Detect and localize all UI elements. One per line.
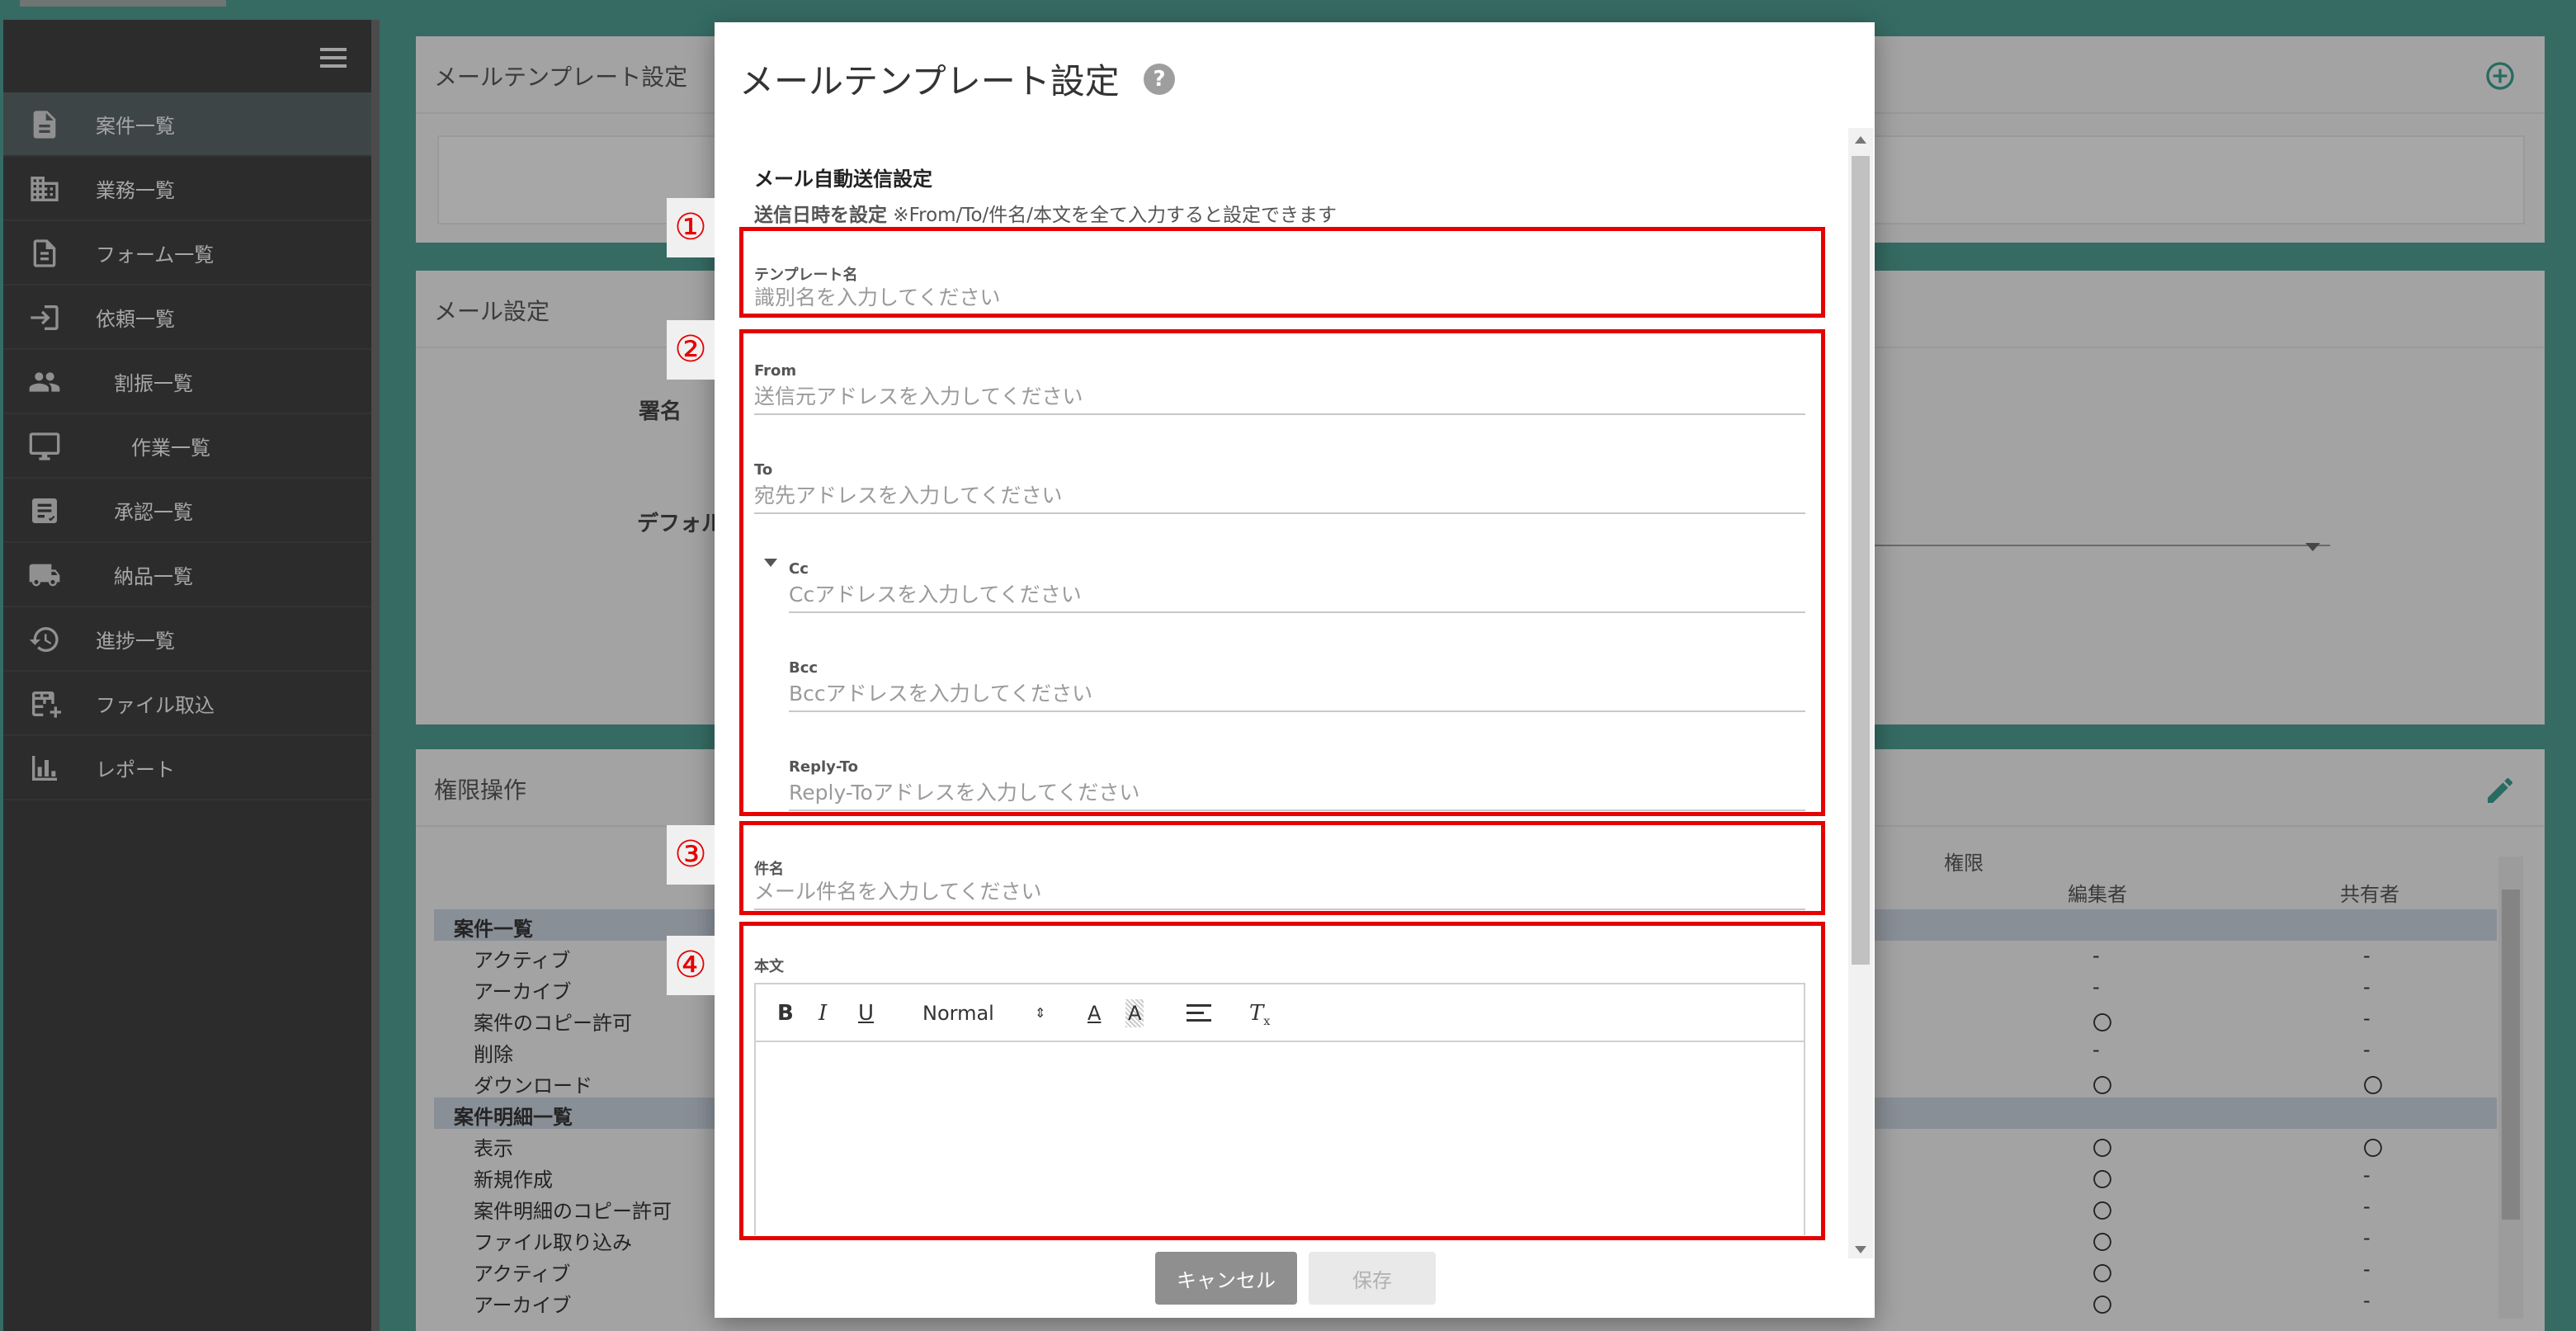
reply-to-input[interactable]: [789, 775, 1805, 811]
mail-template-dialog: メールテンプレート設定 ? メール自動送信設定 送信日時を設定 ※From/To…: [715, 22, 1875, 1318]
subject-input[interactable]: [754, 874, 1805, 910]
field-label: 本文: [754, 958, 784, 975]
section-description: 送信日時を設定 ※From/To/件名/本文を全て入力すると設定できます: [754, 199, 1337, 227]
field-label: Cc: [789, 560, 809, 578]
to-input[interactable]: [754, 478, 1805, 514]
cc-input[interactable]: [789, 577, 1805, 613]
dialog-body: メール自動送信設定 送信日時を設定 ※From/To/件名/本文を全て入力すると…: [715, 130, 1875, 1235]
help-icon[interactable]: ?: [1144, 64, 1175, 95]
rich-text-editor: B I U Normal ⇕ A A Tx: [754, 983, 1805, 1235]
from-input[interactable]: [754, 379, 1805, 415]
field-label: To: [754, 461, 773, 479]
annotation-number-1: ①: [667, 198, 715, 257]
section-title: メール自動送信設定: [754, 168, 932, 191]
dialog-title: メールテンプレート設定: [739, 61, 1120, 101]
clear-format-button[interactable]: Tx: [1249, 999, 1271, 1029]
cancel-button[interactable]: キャンセル: [1155, 1252, 1297, 1305]
app-window: 案件一覧 業務一覧 フォーム一覧 依頼一覧 割振一覧 作業一覧 承認一覧 納品一…: [0, 0, 2576, 1331]
annotation-number-4: ④: [667, 936, 715, 995]
field-label: From: [754, 362, 797, 380]
updown-arrow-icon[interactable]: ⇕: [1035, 999, 1045, 1027]
clear-x-icon: x: [1263, 1015, 1271, 1029]
scrollbar-thumb[interactable]: [1852, 156, 1870, 965]
scroll-down-icon[interactable]: [1855, 1246, 1866, 1253]
text-color-button[interactable]: A: [1087, 999, 1101, 1027]
template-name-input[interactable]: [754, 280, 1805, 316]
bcc-input[interactable]: [789, 676, 1805, 712]
bold-button[interactable]: B: [777, 999, 794, 1027]
background-color-button[interactable]: A: [1125, 999, 1144, 1027]
scroll-up-icon[interactable]: [1855, 136, 1866, 144]
chevron-down-icon[interactable]: [764, 559, 777, 567]
italic-button[interactable]: I: [819, 999, 827, 1027]
editor-toolbar: B I U Normal ⇕ A A Tx: [756, 984, 1804, 1042]
align-left-icon[interactable]: [1187, 999, 1211, 1027]
annotation-number-2: ②: [667, 320, 715, 380]
editor-content-area[interactable]: [756, 1042, 1804, 1235]
field-label: Bcc: [789, 659, 819, 677]
font-size-select[interactable]: Normal: [922, 999, 994, 1027]
section-description-note: ※From/To/件名/本文を全て入力すると設定できます: [887, 205, 1338, 226]
save-button[interactable]: 保存: [1309, 1252, 1436, 1305]
underline-button[interactable]: U: [858, 999, 874, 1027]
send-time-link[interactable]: 送信日時を設定: [754, 205, 887, 226]
clear-format-label: T: [1249, 1001, 1264, 1026]
field-label: Reply-To: [789, 758, 858, 776]
annotation-number-3: ③: [667, 825, 715, 885]
dialog-scrollbar[interactable]: [1848, 128, 1873, 1258]
